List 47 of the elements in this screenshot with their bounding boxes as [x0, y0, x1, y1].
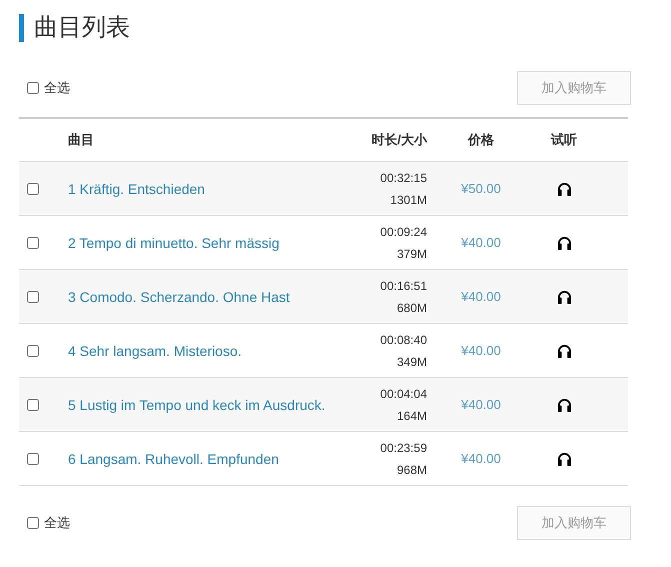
column-header: 曲目: [68, 131, 95, 149]
column-header: 时长/大小: [370, 131, 427, 149]
column-header: 试听: [550, 131, 578, 149]
select-all-label: 全选: [44, 514, 70, 532]
size-text: 379M: [396, 246, 427, 262]
checkbox[interactable]: [27, 236, 39, 248]
size-text: 1301M: [390, 192, 427, 208]
headphones-icon[interactable]: [556, 452, 572, 466]
select-all-label: 全选: [44, 79, 70, 97]
add-to-cart-button[interactable]: 加入购物车: [517, 71, 631, 105]
checkbox[interactable]: [27, 517, 39, 529]
checkbox[interactable]: [27, 452, 39, 464]
headphones-icon[interactable]: [556, 236, 572, 250]
headphones-icon[interactable]: [556, 182, 572, 196]
checkbox[interactable]: [27, 82, 39, 94]
price-text: ¥50.00: [460, 181, 502, 196]
track-title-link[interactable]: 6 Langsam. Ruhevoll. Empfunden: [68, 450, 328, 466]
headphones-icon[interactable]: [556, 398, 572, 412]
duration-text: 00:16:51: [380, 278, 427, 294]
checkbox[interactable]: [27, 344, 39, 356]
track-title-link[interactable]: 2 Tempo di minuetto. Sehr mässig: [68, 234, 328, 250]
track-title-link[interactable]: 4 Sehr langsam. Misterioso.: [68, 342, 328, 358]
checkbox[interactable]: [27, 290, 39, 302]
add-to-cart-button[interactable]: 加入购物车: [517, 506, 631, 540]
price-text: ¥40.00: [460, 235, 502, 250]
size-text: 968M: [396, 462, 427, 478]
price-text: ¥40.00: [460, 451, 502, 466]
price-text: ¥40.00: [460, 397, 502, 412]
duration-text: 00:23:59: [380, 440, 427, 456]
headphones-icon[interactable]: [556, 290, 572, 304]
checkbox[interactable]: [27, 398, 39, 410]
size-text: 164M: [396, 408, 427, 424]
page-title: 曲目列表: [19, 14, 628, 42]
size-text: 349M: [396, 354, 427, 370]
track-title-link[interactable]: 1 Kräftig. Entschieden: [68, 180, 328, 196]
column-header: 价格: [466, 131, 495, 149]
duration-text: 00:08:40: [380, 332, 427, 348]
track-title-link[interactable]: 3 Comodo. Scherzando. Ohne Hast: [68, 288, 328, 304]
size-text: 680M: [396, 300, 427, 316]
track-title-link[interactable]: 5 Lustig im Tempo und keck im Ausdruck.: [68, 396, 328, 412]
duration-text: 00:09:24: [380, 224, 427, 240]
headphones-icon[interactable]: [556, 344, 572, 358]
duration-text: 00:04:04: [380, 386, 427, 402]
duration-text: 00:32:15: [380, 170, 427, 186]
checkbox[interactable]: [27, 182, 39, 194]
price-text: ¥40.00: [460, 343, 502, 358]
price-text: ¥40.00: [460, 289, 502, 304]
